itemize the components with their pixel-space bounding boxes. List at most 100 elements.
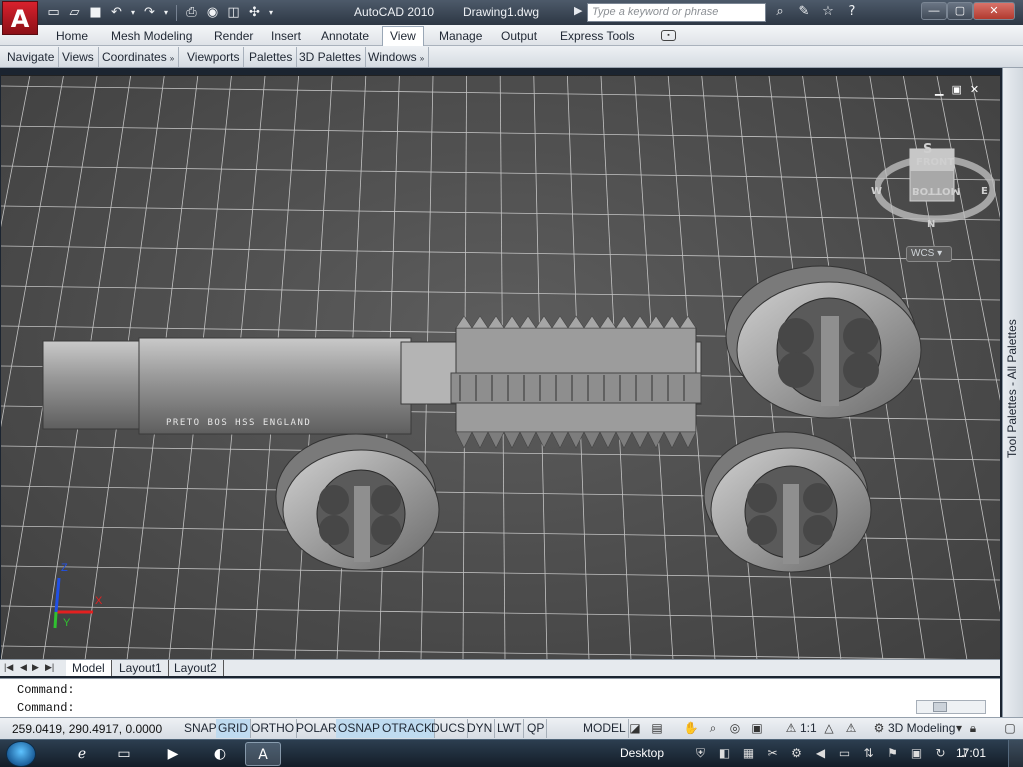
autocad-taskbar-icon[interactable]: A (245, 742, 281, 766)
settings-tray-icon[interactable]: ⚙ (786, 745, 807, 762)
flag-tray-icon[interactable]: ⚑ (882, 745, 903, 762)
otrack-toggle[interactable]: OTRACK (380, 719, 436, 738)
binoculars-icon[interactable]: ⌕ (770, 3, 790, 21)
monitor-tray-icon[interactable]: ▭ (834, 745, 855, 762)
workspace-switcher[interactable]: 3D Modeling (888, 719, 955, 738)
tool-palettes-strip[interactable]: Tool Palettes - All Palettes (1002, 68, 1023, 718)
tab-annotate[interactable]: Annotate (321, 27, 369, 45)
tab-mesh-modeling[interactable]: Mesh Modeling (111, 27, 192, 45)
tab-model[interactable]: Model (66, 660, 112, 676)
viewcube-front-face[interactable]: FRONT (916, 157, 954, 168)
first-layout-icon[interactable]: |◀ (4, 662, 13, 673)
application-menu-button[interactable]: A (2, 1, 38, 35)
drawing-viewport[interactable]: PRETO BOS HSS ENGLAND X Y Z ▁ ▣ ✕ FRONT … (1, 75, 1000, 659)
steering-wheel-icon[interactable]: ◎ (726, 721, 744, 737)
osnap-toggle[interactable]: OSNAP (336, 719, 384, 738)
close-button[interactable]: ✕ (973, 2, 1015, 20)
command-scrollbar[interactable] (916, 700, 986, 714)
workspace-icon[interactable]: ◉ (203, 4, 222, 22)
compass-w-label[interactable]: W (871, 186, 882, 197)
quick-access-dropdown-icon[interactable]: ▾ (266, 4, 276, 22)
command-input-line[interactable]: Command: (17, 701, 75, 715)
tab-home[interactable]: Home (56, 27, 88, 45)
command-window[interactable]: Command: Command: (0, 678, 1000, 717)
ducs-toggle[interactable]: DUCS (429, 719, 469, 738)
prev-layout-icon[interactable]: ◀ (20, 662, 27, 673)
network-tray-icon[interactable]: ⇅ (858, 745, 879, 762)
tools-tray-icon[interactable]: ✂ (762, 745, 783, 762)
show-desktop-button[interactable] (1008, 740, 1023, 767)
polar-toggle[interactable]: POLAR (294, 719, 340, 738)
undo-dropdown-icon[interactable]: ▾ (128, 4, 138, 22)
qp-toggle[interactable]: QP (525, 719, 548, 738)
viewport-restore-icon[interactable]: ▣ (951, 83, 961, 96)
tab-view[interactable]: View (382, 26, 424, 47)
viewcube[interactable]: FRONT BOTTOM S W E N (871, 142, 995, 246)
panel-views[interactable]: Views (58, 47, 99, 67)
open-icon[interactable]: ▱ (65, 4, 84, 22)
minimize-button[interactable]: — (921, 2, 947, 20)
auto-scale-icon[interactable]: ⚠ (842, 721, 860, 737)
tab-layout2[interactable]: Layout2 (168, 660, 224, 676)
pan-icon[interactable]: ✋ (682, 721, 700, 737)
help-icon[interactable]: ? (842, 3, 862, 21)
undo-icon[interactable]: ↶ (107, 4, 126, 22)
favorites-star-icon[interactable]: ☆ (818, 3, 838, 21)
compass-n-label[interactable]: N (927, 219, 935, 230)
annotation-visibility-icon[interactable]: △ (820, 721, 838, 737)
tab-output[interactable]: Output (501, 27, 537, 45)
antivirus-tray-icon[interactable]: ⛨ (690, 745, 711, 762)
snap-toggle[interactable]: SNAP (182, 719, 220, 738)
panel-more-icon[interactable]: » (170, 54, 174, 63)
viewport-close-icon[interactable]: ✕ (970, 83, 979, 96)
last-layout-icon[interactable]: ▶| (45, 662, 54, 673)
tab-manage[interactable]: Manage (439, 27, 482, 45)
scrollbar-thumb[interactable] (933, 702, 947, 712)
model-space-button[interactable]: MODEL (581, 719, 629, 738)
save-icon[interactable]: ■ (86, 4, 105, 22)
new-icon[interactable]: ▭ (44, 4, 63, 22)
grid-toggle[interactable]: GRID (216, 719, 251, 738)
panel-more-icon[interactable]: » (420, 54, 424, 63)
app-tray-icon[interactable]: ◧ (714, 745, 735, 762)
layer-icon[interactable]: ◫ (224, 4, 243, 22)
next-layout-icon[interactable]: ▶ (32, 662, 39, 673)
ribbon-minimize-button[interactable]: ▪ (661, 30, 676, 41)
wcs-menu-button[interactable]: WCS ▾ (906, 246, 952, 262)
communication-icon[interactable]: ✎ (794, 3, 814, 21)
panel-navigate[interactable]: Navigate (3, 47, 60, 67)
explorer-taskbar-icon[interactable]: ▭ (106, 742, 142, 766)
clean-screen-icon[interactable]: ▢ (1001, 721, 1019, 737)
panel-coordinates[interactable]: Coordinates» (98, 47, 180, 67)
ie-taskbar-icon[interactable]: ℯ (64, 742, 100, 766)
messenger-taskbar-icon[interactable]: ◐ (202, 742, 238, 766)
start-button[interactable] (6, 741, 36, 767)
compass-s-label[interactable]: S (923, 142, 932, 157)
tab-insert[interactable]: Insert (271, 27, 301, 45)
compass-e-label[interactable]: E (981, 186, 988, 197)
tab-layout1[interactable]: Layout1 (113, 660, 169, 676)
maximize-button[interactable]: ▢ (947, 2, 973, 20)
panel-palettes[interactable]: Palettes (245, 47, 298, 67)
desktop-toolbar-label[interactable]: Desktop (620, 746, 664, 760)
plot-icon[interactable]: ⎙ (182, 4, 201, 22)
redo-icon[interactable]: ↷ (140, 4, 159, 22)
ortho-toggle[interactable]: ORTHO (249, 719, 298, 738)
viewcube-bottom-face[interactable]: BOTTOM (912, 185, 960, 196)
lwt-toggle[interactable]: LWT (495, 719, 525, 738)
panel-viewports[interactable]: Viewports (183, 47, 245, 67)
redo-dropdown-icon[interactable]: ▾ (161, 4, 171, 22)
search-input[interactable]: Type a keyword or phrase (587, 3, 766, 22)
tab-render[interactable]: Render (214, 27, 253, 45)
coordinate-readout[interactable]: 259.0419, 290.4917, 0.0000 (12, 722, 162, 736)
tab-express-tools[interactable]: Express Tools (560, 27, 634, 45)
dyn-toggle[interactable]: DYN (465, 719, 496, 738)
media-player-taskbar-icon[interactable]: ▶ (155, 742, 191, 766)
quick-view-drawings-icon[interactable]: ▤ (648, 721, 666, 737)
image-tray-icon[interactable]: ▦ (738, 745, 759, 762)
search-expand-icon[interactable]: ▶ (574, 4, 582, 17)
quick-view-layouts-icon[interactable]: ◪ (626, 721, 644, 737)
panel-windows[interactable]: Windows» (364, 47, 430, 67)
orbit-icon[interactable]: ✣ (245, 4, 264, 22)
taskbar-clock[interactable]: 17:01 (956, 746, 986, 760)
